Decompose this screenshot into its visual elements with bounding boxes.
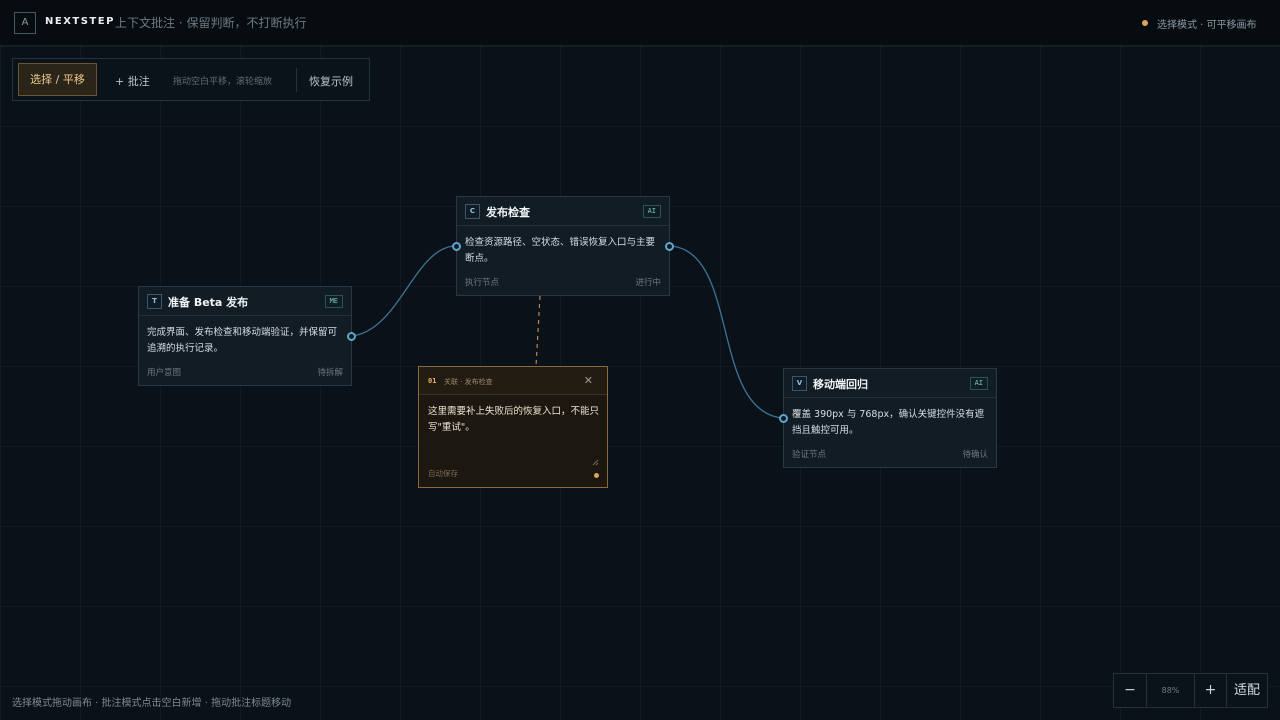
node-title: 发布检查 (486, 206, 530, 219)
node-release-check[interactable]: C 发布检查 AI 检查资源路径、空状态、错误恢复入口与主要断点。 执行节点 进… (452, 196, 674, 296)
annotation-drag-handle[interactable]: 01 关联 · 发布检查 ✕ (419, 367, 607, 395)
node-header[interactable]: T 准备 Beta 发布 ME (139, 287, 351, 316)
node-type-icon: C (465, 204, 480, 219)
node-header[interactable]: V 移动端回归 AI (784, 369, 996, 398)
node-type-label: 验证节点 (792, 450, 827, 460)
footer-hint: 选择模式拖动画布 · 批注模式点击空白新增 · 拖动批注标题移动 (12, 698, 292, 709)
output-port[interactable] (347, 332, 356, 341)
connection-wire (669, 245, 784, 419)
fit-view-button[interactable]: 适配 (1227, 674, 1267, 707)
node-description: 覆盖 390px 与 768px，确认关键控件没有遮挡且触控可用。 (792, 409, 985, 436)
saved-indicator-icon (594, 473, 599, 478)
node-type-icon: V (792, 376, 807, 391)
resize-handle-icon[interactable] (592, 459, 599, 466)
annotation-number: 01 (428, 377, 437, 385)
node-title: 准备 Beta 发布 (168, 296, 249, 309)
owner-badge: AI (969, 377, 988, 390)
node-status: 进行中 (635, 278, 661, 288)
annotation-textarea[interactable]: 这里需要补上失败后的恢复入口，不能只写"重试"。 (428, 404, 599, 436)
owner-badge: ME (324, 295, 343, 308)
node-mobile-regression[interactable]: V 移动端回归 AI 覆盖 390px 与 768px，确认关键控件没有遮挡且触… (779, 368, 997, 468)
annotation-link-label: 关联 · 发布检查 (444, 378, 493, 386)
node-description: 检查资源路径、空状态、错误恢复入口与主要断点。 (465, 237, 656, 264)
close-icon[interactable]: ✕ (584, 374, 593, 387)
output-port[interactable] (665, 242, 674, 251)
node-type-label: 执行节点 (465, 278, 500, 288)
node-beta-release[interactable]: T 准备 Beta 发布 ME 完成界面、发布检查和移动端验证，并保留可追溯的执… (138, 286, 356, 386)
autosave-label: 自动保存 (428, 469, 458, 478)
zoom-controls: − 88% + 适配 (1113, 673, 1268, 708)
node-title: 移动端回归 (813, 378, 868, 391)
input-port[interactable] (452, 242, 461, 251)
zoom-out-button[interactable]: − (1114, 674, 1147, 707)
input-port[interactable] (779, 414, 788, 423)
node-header[interactable]: C 发布检查 AI (457, 197, 669, 226)
node-status: 待拆解 (317, 368, 343, 378)
node-status: 待确认 (962, 450, 988, 460)
annotation-link (535, 295, 541, 367)
zoom-in-button[interactable]: + (1194, 674, 1227, 707)
node-description: 完成界面、发布检查和移动端验证，并保留可追溯的执行记录。 (147, 327, 338, 354)
owner-badge: AI (642, 205, 661, 218)
connection-wire (351, 245, 457, 337)
node-type-icon: T (147, 294, 162, 309)
zoom-level: 88% (1161, 686, 1180, 695)
node-type-label: 用户意图 (147, 368, 182, 378)
annotation-card[interactable]: 01 关联 · 发布检查 ✕ 这里需要补上失败后的恢复入口，不能只写"重试"。 … (418, 366, 608, 488)
